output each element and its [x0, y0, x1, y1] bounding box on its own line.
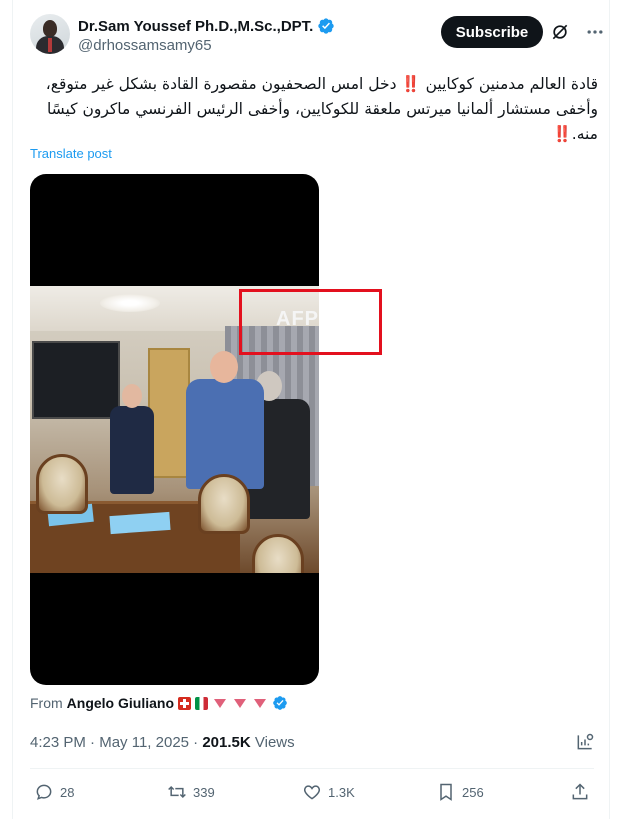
bookmark-button[interactable]: 256 [436, 782, 484, 802]
translate-post-link[interactable]: Translate post [30, 146, 112, 161]
action-bar: 28 339 1.3K 256 [13, 778, 611, 810]
views-count: 201.5K [202, 734, 251, 751]
swiss-flag-icon [178, 696, 192, 710]
author-handle[interactable]: @drhossamsamy65 [78, 37, 212, 54]
like-count: 1.3K [328, 784, 355, 800]
author-name[interactable]: Dr.Sam Youssef Ph.D.,M.Sc.,DPT. [78, 18, 313, 35]
analytics-icon[interactable] [575, 732, 595, 752]
red-triangle-icon [234, 698, 247, 708]
author-row: Dr.Sam Youssef Ph.D.,M.Sc.,DPT. [78, 17, 335, 35]
italian-flag-icon [195, 696, 209, 710]
views-label: Views [254, 734, 295, 751]
source-author-name[interactable]: Angelo Giuliano [67, 695, 174, 711]
grok-icon[interactable] [550, 22, 570, 42]
post-card: Dr.Sam Youssef Ph.D.,M.Sc.,DPT. @drhossa… [12, 0, 610, 819]
red-triangle-icon [254, 698, 267, 708]
red-triangle-icon [214, 698, 227, 708]
verified-badge-icon [318, 18, 335, 34]
reply-count: 28 [60, 784, 75, 800]
from-label: From [30, 695, 63, 711]
verified-badge-icon [273, 696, 287, 710]
reply-button[interactable]: 28 [34, 782, 74, 802]
post-meta: 4:23 PM · May 11, 2025 · 201.5K Views [30, 734, 295, 751]
repost-count: 339 [193, 784, 215, 800]
video-player[interactable]: AFP [30, 174, 319, 685]
post-date[interactable]: May 11, 2025 [99, 734, 189, 751]
subscribe-button[interactable]: Subscribe [441, 16, 543, 48]
repost-button[interactable]: 339 [167, 782, 215, 802]
divider [30, 768, 594, 769]
share-button[interactable] [570, 782, 590, 802]
highlight-box [239, 289, 382, 355]
avatar[interactable] [30, 14, 70, 54]
share-icon [572, 783, 588, 800]
reply-icon [36, 784, 52, 800]
source-attribution: From Angelo Giuliano [30, 695, 288, 711]
like-button[interactable]: 1.3K [302, 782, 355, 802]
bookmark-count: 256 [462, 784, 484, 800]
more-icon[interactable] [585, 22, 605, 42]
post-time[interactable]: 4:23 PM [30, 734, 86, 751]
post-text: قادة العالم مدمنين كوكايين ‼️ دخل امس ال… [45, 75, 598, 143]
repost-icon [168, 785, 186, 799]
bookmark-icon [440, 783, 452, 801]
heart-icon [303, 785, 321, 800]
